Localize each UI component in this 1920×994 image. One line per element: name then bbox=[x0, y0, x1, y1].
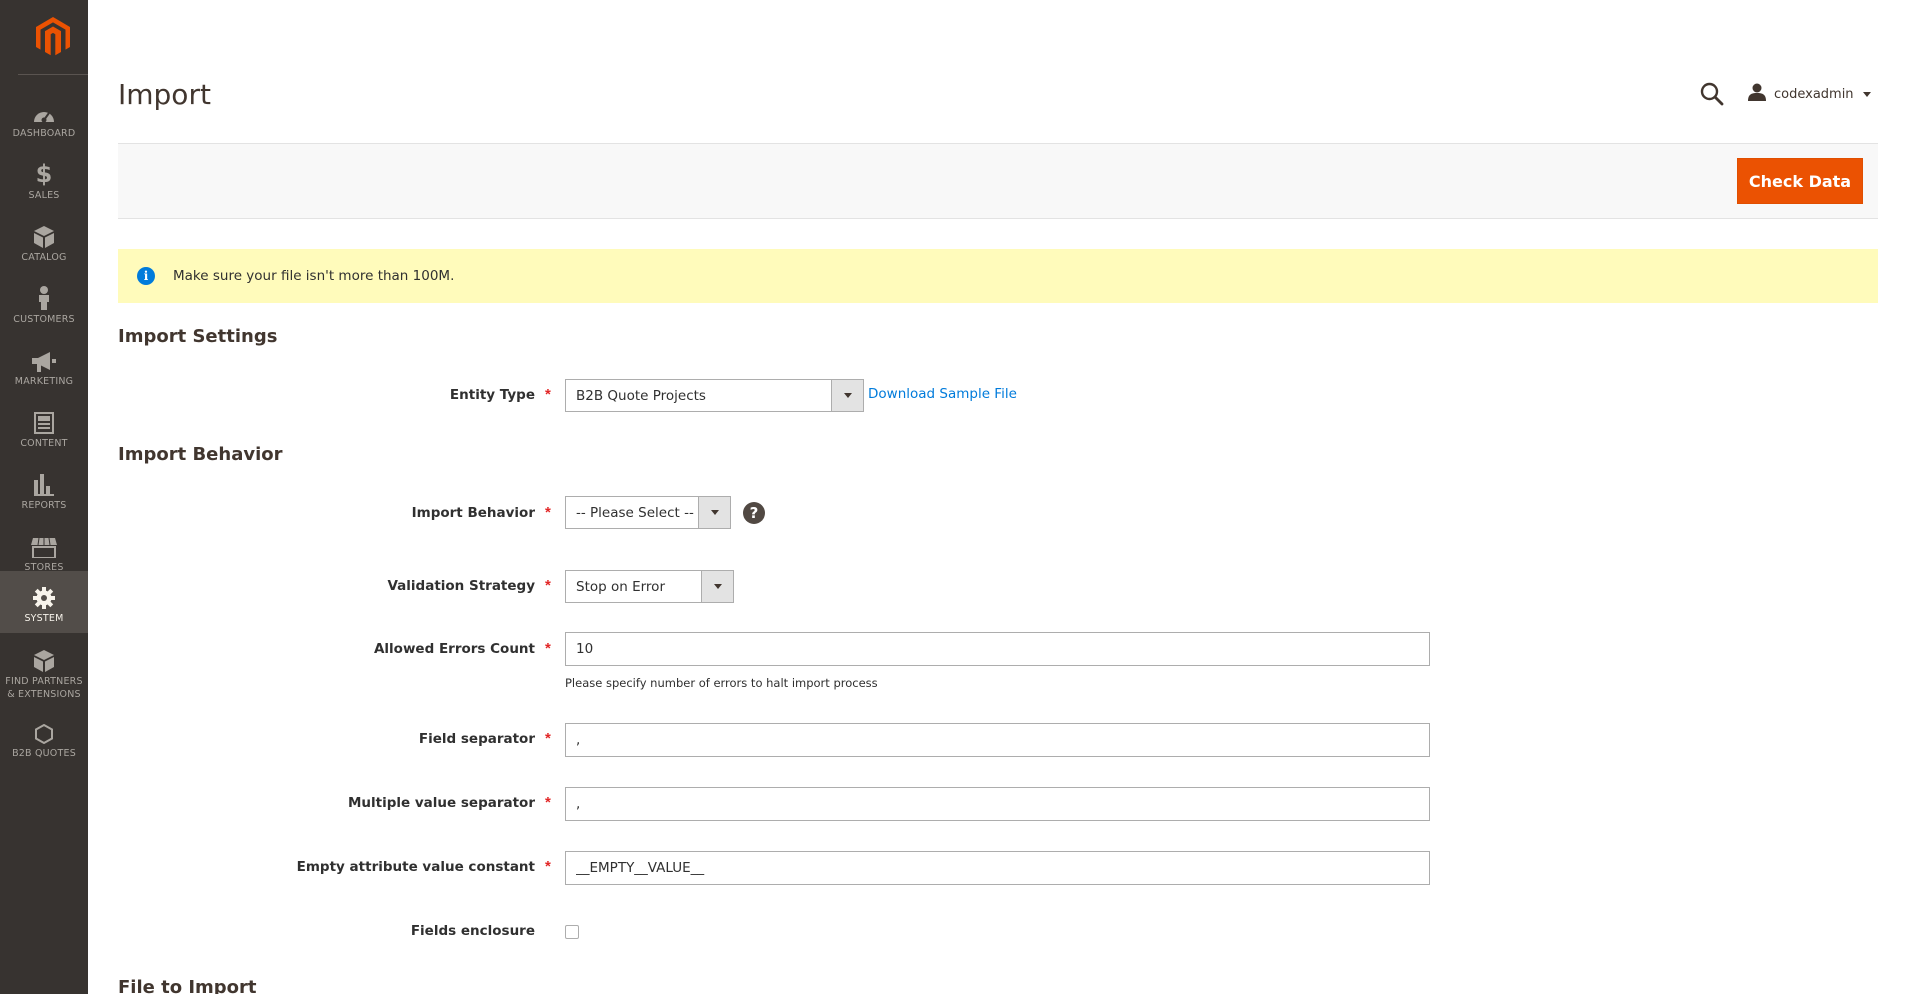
field-separator-input[interactable] bbox=[565, 723, 1430, 757]
field-separator-label: Field separator bbox=[418, 731, 535, 747]
admin-sidebar: DASHBOARD $ SALES CATALOG CUSTOMERS MARK… bbox=[0, 0, 88, 994]
hexagon-icon bbox=[35, 718, 53, 744]
required-marker: * bbox=[545, 504, 551, 521]
check-data-button[interactable]: Check Data bbox=[1737, 158, 1863, 204]
dropdown-button[interactable] bbox=[698, 497, 730, 528]
entity-type-select[interactable]: B2B Quote Projects bbox=[565, 379, 864, 412]
sidebar-item-b2b-quotes[interactable]: B2B QUOTES bbox=[0, 706, 88, 768]
person-icon bbox=[37, 284, 51, 310]
gear-icon bbox=[33, 583, 55, 609]
required-marker: * bbox=[545, 386, 551, 403]
help-icon[interactable]: ? bbox=[743, 502, 765, 524]
import-behavior-label: Import Behavior bbox=[411, 505, 535, 521]
info-icon: i bbox=[137, 267, 155, 285]
required-marker: * bbox=[545, 858, 551, 875]
sidebar-item-content[interactable]: CONTENT bbox=[0, 396, 88, 458]
sidebar-item-customers[interactable]: CUSTOMERS bbox=[0, 272, 88, 334]
file-to-import-title: File to Import bbox=[118, 977, 257, 994]
page-actions-bar: Check Data bbox=[118, 143, 1878, 219]
layout-icon bbox=[34, 408, 54, 434]
sidebar-item-marketing[interactable]: MARKETING bbox=[0, 334, 88, 396]
required-marker: * bbox=[545, 640, 551, 657]
user-icon bbox=[1748, 83, 1766, 106]
megaphone-icon bbox=[32, 346, 56, 372]
sidebar-item-catalog[interactable]: CATALOG bbox=[0, 210, 88, 272]
empty-attribute-constant-label: Empty attribute value constant bbox=[296, 859, 535, 875]
cubes-icon bbox=[32, 646, 56, 672]
box-icon bbox=[34, 222, 54, 248]
user-name: codexadmin bbox=[1774, 86, 1854, 102]
validation-strategy-value: Stop on Error bbox=[576, 578, 665, 595]
dropdown-button[interactable] bbox=[831, 380, 863, 411]
dollar-icon: $ bbox=[35, 160, 53, 188]
magento-logo[interactable] bbox=[18, 0, 88, 75]
validation-strategy-select[interactable]: Stop on Error bbox=[565, 570, 734, 603]
page-title: Import bbox=[118, 78, 211, 111]
import-behavior-title: Import Behavior bbox=[118, 444, 283, 465]
chevron-down-icon bbox=[1862, 91, 1871, 97]
fields-enclosure-label: Fields enclosure bbox=[410, 923, 535, 939]
required-marker: * bbox=[545, 577, 551, 594]
fields-enclosure-checkbox[interactable] bbox=[565, 925, 579, 939]
entity-type-label: Entity Type bbox=[449, 387, 535, 403]
validation-strategy-label: Validation Strategy bbox=[387, 578, 535, 594]
allowed-errors-note: Please specify number of errors to halt … bbox=[565, 676, 878, 690]
allowed-errors-label: Allowed Errors Count bbox=[373, 641, 535, 657]
user-account-menu[interactable]: codexadmin bbox=[1748, 83, 1871, 105]
multiple-value-separator-label: Multiple value separator bbox=[347, 795, 535, 811]
chevron-down-icon bbox=[843, 393, 852, 398]
magento-logo-icon bbox=[36, 17, 70, 56]
import-behavior-value: -- Please Select -- bbox=[576, 504, 694, 521]
import-behavior-select[interactable]: -- Please Select -- bbox=[565, 496, 731, 529]
required-marker: * bbox=[545, 730, 551, 747]
multiple-value-separator-input[interactable] bbox=[565, 787, 1430, 821]
bar-chart-icon bbox=[34, 470, 54, 496]
sidebar-item-reports[interactable]: REPORTS bbox=[0, 458, 88, 520]
notice-text: Make sure your file isn't more than 100M… bbox=[173, 268, 455, 284]
empty-attribute-constant-input[interactable] bbox=[565, 851, 1430, 885]
dashboard-icon bbox=[32, 98, 56, 124]
sidebar-item-sales[interactable]: $ SALES bbox=[0, 148, 88, 210]
search-icon[interactable] bbox=[1700, 82, 1724, 106]
required-marker: * bbox=[545, 794, 551, 811]
import-settings-title: Import Settings bbox=[118, 326, 278, 347]
sidebar-item-dashboard[interactable]: DASHBOARD bbox=[0, 86, 88, 148]
sidebar-item-partners[interactable]: FIND PARTNERS & EXTENSIONS bbox=[0, 634, 88, 706]
allowed-errors-input[interactable] bbox=[565, 632, 1430, 666]
chevron-down-icon bbox=[713, 584, 722, 589]
partners-label-line1: FIND PARTNERS bbox=[5, 676, 83, 687]
dropdown-button[interactable] bbox=[701, 571, 733, 602]
chevron-down-icon bbox=[710, 510, 719, 515]
sidebar-item-system[interactable]: SYSTEM bbox=[0, 571, 88, 633]
download-sample-file-link[interactable]: Download Sample File bbox=[868, 386, 1017, 402]
partners-label-line2: & EXTENSIONS bbox=[7, 688, 81, 700]
notice-message: i Make sure your file isn't more than 10… bbox=[118, 249, 1878, 303]
storefront-icon bbox=[31, 532, 57, 558]
entity-type-value: B2B Quote Projects bbox=[576, 387, 706, 404]
